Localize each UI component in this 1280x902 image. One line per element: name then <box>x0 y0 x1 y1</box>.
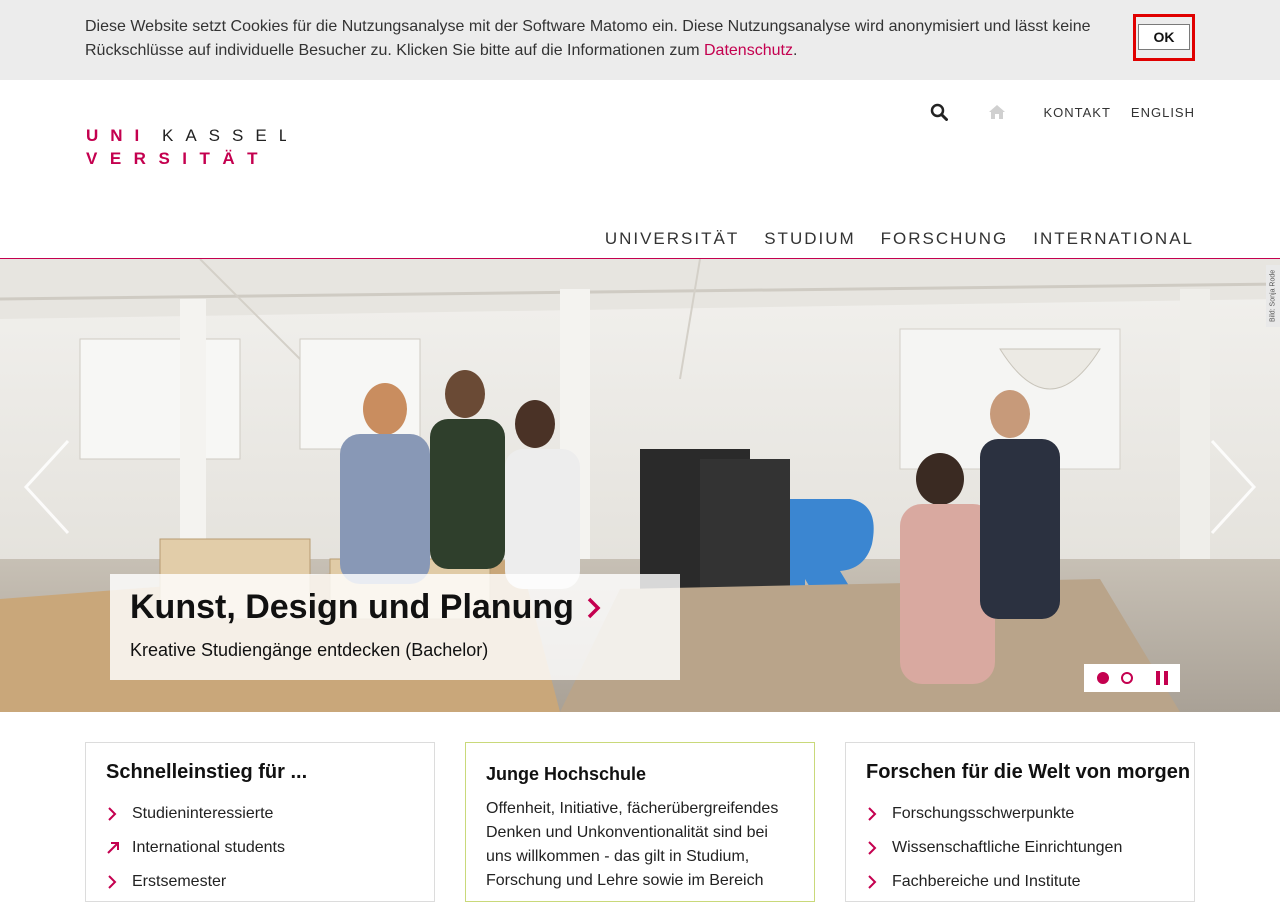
nav-item-international[interactable]: INTERNATIONAL <box>1033 229 1194 249</box>
pause-icon[interactable] <box>1156 671 1170 685</box>
chevron-right-icon <box>106 872 132 892</box>
chevron-right-icon <box>587 597 601 619</box>
chevron-right-icon <box>866 872 892 892</box>
card-text: Offenheit, Initiative, fächerübergreifen… <box>486 800 779 889</box>
external-arrow-icon <box>106 838 132 858</box>
slider-controls <box>1084 664 1180 692</box>
svg-text:VERSITÄT: VERSITÄT <box>86 149 270 168</box>
link-erstsemester[interactable]: Erstsemester <box>132 873 226 891</box>
svg-text:KASSEL: KASSEL <box>162 126 286 145</box>
nav-item-studium[interactable]: STUDIUM <box>764 229 855 249</box>
cookie-banner: Diese Website setzt Cookies für die Nutz… <box>0 0 1280 80</box>
card-title: Forschen für die Welt von morgen <box>866 761 1191 783</box>
cookie-notice-text: Diese Website setzt Cookies für die Nutz… <box>85 15 1115 63</box>
search-icon[interactable] <box>927 100 951 124</box>
hero-caption-title: Kunst, Design und Planung <box>130 588 604 627</box>
card-title: Junge Hochschule <box>486 764 647 784</box>
university-logo[interactable]: UNI KASSEL VERSITÄT <box>86 126 288 168</box>
link-forschungsschwerpunkte[interactable]: Forschungsschwerpunkte <box>892 805 1074 823</box>
slider-next-button[interactable] <box>1208 439 1258 535</box>
hero-slider: Bild: Sonja Rode Kunst, Design und Planu… <box>0 259 1280 712</box>
language-switch-link[interactable]: ENGLISH <box>1131 105 1195 120</box>
research-card: Forschen für die Welt von morgen Forschu… <box>845 742 1195 902</box>
chevron-right-icon <box>1210 439 1257 535</box>
slide-indicator-2[interactable] <box>1121 672 1133 684</box>
list-item[interactable]: Wissenschaftliche Einrichtungen <box>866 831 1122 865</box>
contact-link[interactable]: KONTAKT <box>1043 105 1110 120</box>
young-university-card: Junge Hochschule Offenheit, Initiative, … <box>465 742 815 902</box>
nav-item-universitaet[interactable]: UNIVERSITÄT <box>605 229 739 249</box>
main-navigation: UNIVERSITÄT STUDIUM FORSCHUNG INTERNATIO… <box>605 229 1194 249</box>
slide-indicator-1[interactable] <box>1097 672 1109 684</box>
chevron-left-icon <box>23 439 70 535</box>
list-item[interactable]: Forschungsschwerpunkte <box>866 797 1122 831</box>
chevron-right-icon <box>866 804 892 824</box>
list-item[interactable]: International students <box>106 831 285 865</box>
hero-caption-link[interactable]: Kunst, Design und Planung Kreative Studi… <box>110 574 680 680</box>
top-utility-nav: KONTAKT ENGLISH <box>927 100 1195 124</box>
list-item[interactable]: Studieninteressierte <box>106 797 285 831</box>
card-title: Schnelleinstieg für ... <box>106 761 308 783</box>
quick-access-list: Studieninteressierte International stude… <box>106 797 285 899</box>
quick-access-card: Schnelleinstieg für ... Studieninteressi… <box>85 742 435 902</box>
list-item[interactable]: Fachbereiche und Institute <box>866 865 1122 899</box>
link-fachbereiche-institute[interactable]: Fachbereiche und Institute <box>892 873 1081 891</box>
list-item[interactable]: Erstsemester <box>106 865 285 899</box>
slider-prev-button[interactable] <box>22 439 72 535</box>
hero-caption-subtitle: Kreative Studiengänge entdecken (Bachelo… <box>130 640 489 660</box>
cookie-message: Diese Website setzt Cookies für die Nutz… <box>85 18 1091 59</box>
nav-item-forschung[interactable]: FORSCHUNG <box>881 229 1009 249</box>
link-wissenschaftliche-einrichtungen[interactable]: Wissenschaftliche Einrichtungen <box>892 839 1122 857</box>
chevron-right-icon <box>106 804 132 824</box>
link-international-students[interactable]: International students <box>132 839 285 857</box>
cookie-ok-button[interactable]: OK <box>1138 24 1190 50</box>
research-list: Forschungsschwerpunkte Wissenschaftliche… <box>866 797 1122 899</box>
cookie-suffix: . <box>792 42 798 59</box>
chevron-right-icon <box>866 838 892 858</box>
home-icon[interactable] <box>985 100 1009 124</box>
site-header: UNI KASSEL VERSITÄT KONTAKT ENGLISH UNIV… <box>0 80 1280 259</box>
photo-credit: Bild: Sonja Rode <box>1266 265 1280 327</box>
logo-graphic: UNI KASSEL VERSITÄT <box>86 126 288 168</box>
link-studieninteressierte[interactable]: Studieninteressierte <box>132 805 273 823</box>
hero-title-text: Kunst, Design und Planung <box>130 588 574 626</box>
privacy-link[interactable]: Datenschutz <box>704 42 793 59</box>
svg-text:UNI: UNI <box>86 126 151 145</box>
